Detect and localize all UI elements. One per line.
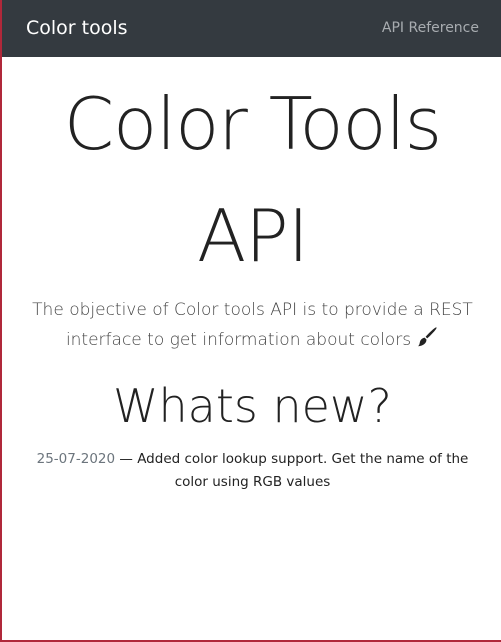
news-date: 25-07-2020 bbox=[36, 451, 116, 467]
page-title-line-2: API bbox=[197, 194, 309, 278]
brand-link[interactable]: Color tools bbox=[26, 16, 128, 40]
news-text: Added color lookup support. Get the name… bbox=[137, 451, 469, 490]
api-reference-link[interactable]: API Reference bbox=[382, 19, 479, 37]
page-title: Color Tools API bbox=[2, 68, 501, 292]
top-navbar: Color tools API Reference bbox=[2, 0, 501, 57]
tagline-text: The objective of Color tools API is to p… bbox=[32, 300, 473, 350]
tagline: The objective of Color tools API is to p… bbox=[22, 296, 483, 355]
whats-new-heading: Whats new? bbox=[113, 379, 392, 433]
paintbrush-icon bbox=[415, 325, 439, 349]
page-title-line-1: Color Tools bbox=[63, 82, 442, 166]
news-item: 25-07-2020 — Added color lookup support.… bbox=[18, 448, 487, 494]
news-separator: — bbox=[115, 451, 138, 467]
